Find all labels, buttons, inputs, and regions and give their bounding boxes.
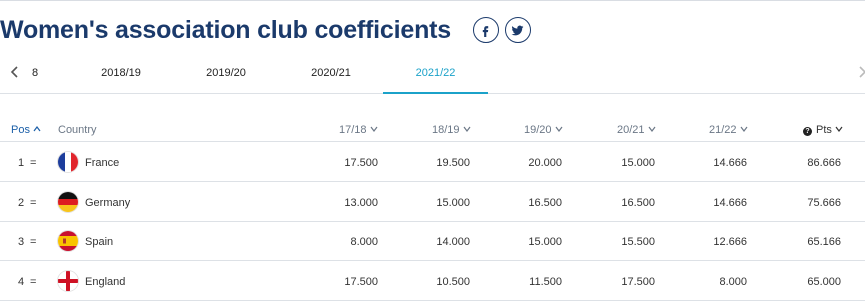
season-20-21-value: 17.500 [621, 276, 655, 288]
column-header-17-18: 17/18 [339, 124, 367, 136]
country-name[interactable]: Germany [85, 197, 130, 209]
germany-flag-icon [58, 192, 78, 212]
country-name[interactable]: France [85, 157, 119, 169]
season-20-21-value: 15.500 [621, 236, 655, 248]
table-row[interactable]: 4 = England 17.500 10.500 11.500 17.500 … [0, 262, 865, 301]
table-row[interactable]: 3 = Spain 8.000 14.000 15.000 15.500 12.… [0, 222, 865, 261]
chevron-down-icon [835, 124, 843, 132]
country-name[interactable]: England [85, 276, 125, 288]
sort-18-19[interactable]: 18/19 [432, 124, 471, 136]
total-points: 86.666 [807, 157, 841, 169]
season-19-20-value: 16.500 [528, 197, 562, 209]
sort-pts[interactable]: ? Pts [803, 124, 843, 136]
tab-partial[interactable]: 8 [28, 56, 42, 94]
tab-2021-22[interactable]: 2021/22 [383, 56, 488, 94]
facebook-icon [483, 25, 489, 37]
season-17-18-value: 17.500 [344, 157, 378, 169]
chevron-right-icon[interactable] [855, 64, 865, 80]
season-18-19-value: 10.500 [436, 276, 470, 288]
chevron-left-icon[interactable] [8, 64, 22, 80]
country-name[interactable]: Spain [85, 236, 113, 248]
column-header-country: Country [58, 124, 97, 136]
sort-21-22[interactable]: 21/22 [709, 124, 748, 136]
column-header-pos: Pos [11, 124, 30, 136]
top-divider [0, 0, 865, 1]
tab-2019-20[interactable]: 2019/20 [178, 56, 274, 94]
table-row[interactable]: 2 = Germany 13.000 15.000 16.500 16.500 … [0, 183, 865, 222]
column-header-20-21: 20/21 [617, 124, 645, 136]
england-flag-icon [58, 271, 78, 291]
position: 4 [18, 276, 25, 288]
sort-19-20[interactable]: 19/20 [524, 124, 563, 136]
table-row[interactable]: 1 = France 17.500 19.500 20.000 15.000 1… [0, 143, 865, 182]
page-header: Women's association club coefficients [0, 12, 531, 48]
season-18-19-value: 15.000 [436, 197, 470, 209]
chevron-down-icon [555, 124, 563, 132]
chevron-up-icon [33, 124, 41, 132]
sort-pos[interactable]: Pos [11, 124, 41, 136]
total-points: 65.000 [807, 276, 841, 288]
chevron-down-icon [463, 124, 471, 132]
column-header-19-20: 19/20 [524, 124, 552, 136]
table-header: Pos Country 17/18 18/19 19/20 20/21 21/2… [0, 120, 865, 142]
twitter-share-button[interactable] [504, 17, 531, 43]
trend-indicator: = [30, 276, 37, 288]
trend-indicator: = [30, 197, 37, 209]
trend-indicator: = [30, 236, 37, 248]
tab-2020-21[interactable]: 2020/21 [283, 56, 379, 94]
season-19-20-value: 20.000 [528, 157, 562, 169]
column-header-18-19: 18/19 [432, 124, 460, 136]
season-21-22-value: 14.666 [713, 197, 747, 209]
season-20-21-value: 15.000 [621, 157, 655, 169]
column-header-pts: Pts [816, 124, 832, 136]
sort-20-21[interactable]: 20/21 [617, 124, 656, 136]
season-17-18-value: 8.000 [350, 236, 378, 248]
twitter-icon [512, 25, 524, 35]
page-title: Women's association club coefficients [0, 15, 451, 44]
position: 3 [18, 236, 25, 248]
position: 2 [18, 197, 25, 209]
trend-indicator: = [30, 157, 37, 169]
france-flag-icon [58, 152, 78, 172]
sort-17-18[interactable]: 17/18 [339, 124, 378, 136]
position: 1 [18, 157, 25, 169]
total-points: 65.166 [807, 236, 841, 248]
season-21-22-value: 14.666 [713, 157, 747, 169]
column-header-21-22: 21/22 [709, 124, 737, 136]
season-21-22-value: 8.000 [719, 276, 747, 288]
chevron-down-icon [740, 124, 748, 132]
info-icon[interactable]: ? [803, 127, 812, 136]
spain-flag-icon [58, 231, 78, 251]
chevron-down-icon [370, 124, 378, 132]
tab-2018-19[interactable]: 2018/19 [73, 56, 169, 94]
season-18-19-value: 14.000 [436, 236, 470, 248]
season-21-22-value: 12.666 [713, 236, 747, 248]
season-18-19-value: 19.500 [436, 157, 470, 169]
social-share [472, 17, 531, 43]
season-tabs: 8 2018/19 2019/20 2020/21 2021/22 [0, 56, 865, 94]
season-17-18-value: 17.500 [344, 276, 378, 288]
chevron-down-icon [648, 124, 656, 132]
season-17-18-value: 13.000 [344, 197, 378, 209]
season-20-21-value: 16.500 [621, 197, 655, 209]
facebook-share-button[interactable] [472, 17, 499, 43]
season-19-20-value: 11.500 [529, 276, 562, 288]
total-points: 75.666 [807, 197, 841, 209]
season-19-20-value: 15.000 [528, 236, 562, 248]
